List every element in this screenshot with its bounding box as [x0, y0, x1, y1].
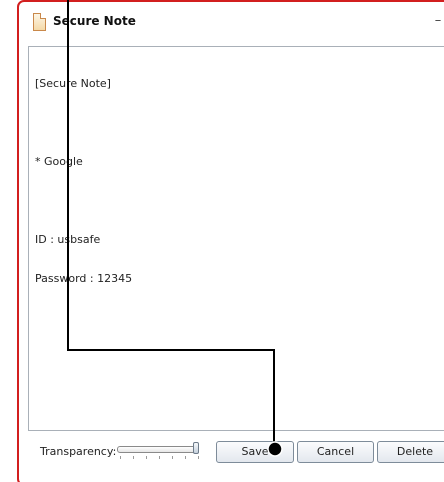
note-text-area[interactable]: [Secure Note] * Google ID : usbsafe Pass… [28, 46, 444, 431]
stage: Secure Note – [Secure Note] * Google ID … [0, 0, 444, 482]
transparency-label: Transparency: [40, 445, 117, 458]
transparency-slider[interactable] [117, 442, 201, 462]
note-line: [Secure Note] [35, 77, 111, 90]
note-line: ID : usbsafe [35, 233, 101, 246]
note-icon [33, 13, 46, 31]
note-line: * Google [35, 155, 83, 168]
note-line: Password : 12345 [35, 272, 133, 285]
slider-track[interactable] [117, 446, 199, 453]
slider-thumb[interactable] [193, 442, 199, 454]
note-line [35, 194, 132, 207]
secure-note-window: Secure Note – [Secure Note] * Google ID … [17, 0, 444, 482]
title-bar[interactable]: Secure Note – [19, 2, 444, 44]
bottom-toolbar: Transparency: Save Cancel Delete [19, 432, 444, 472]
delete-button[interactable]: Delete [377, 441, 444, 463]
minimize-button[interactable]: – [431, 14, 444, 28]
window-title: Secure Note [53, 14, 136, 28]
cancel-button[interactable]: Cancel [297, 441, 374, 463]
slider-ticks [120, 456, 199, 460]
note-line [35, 116, 132, 129]
note-content: [Secure Note] * Google ID : usbsafe Pass… [35, 51, 132, 311]
save-button[interactable]: Save [216, 441, 294, 463]
